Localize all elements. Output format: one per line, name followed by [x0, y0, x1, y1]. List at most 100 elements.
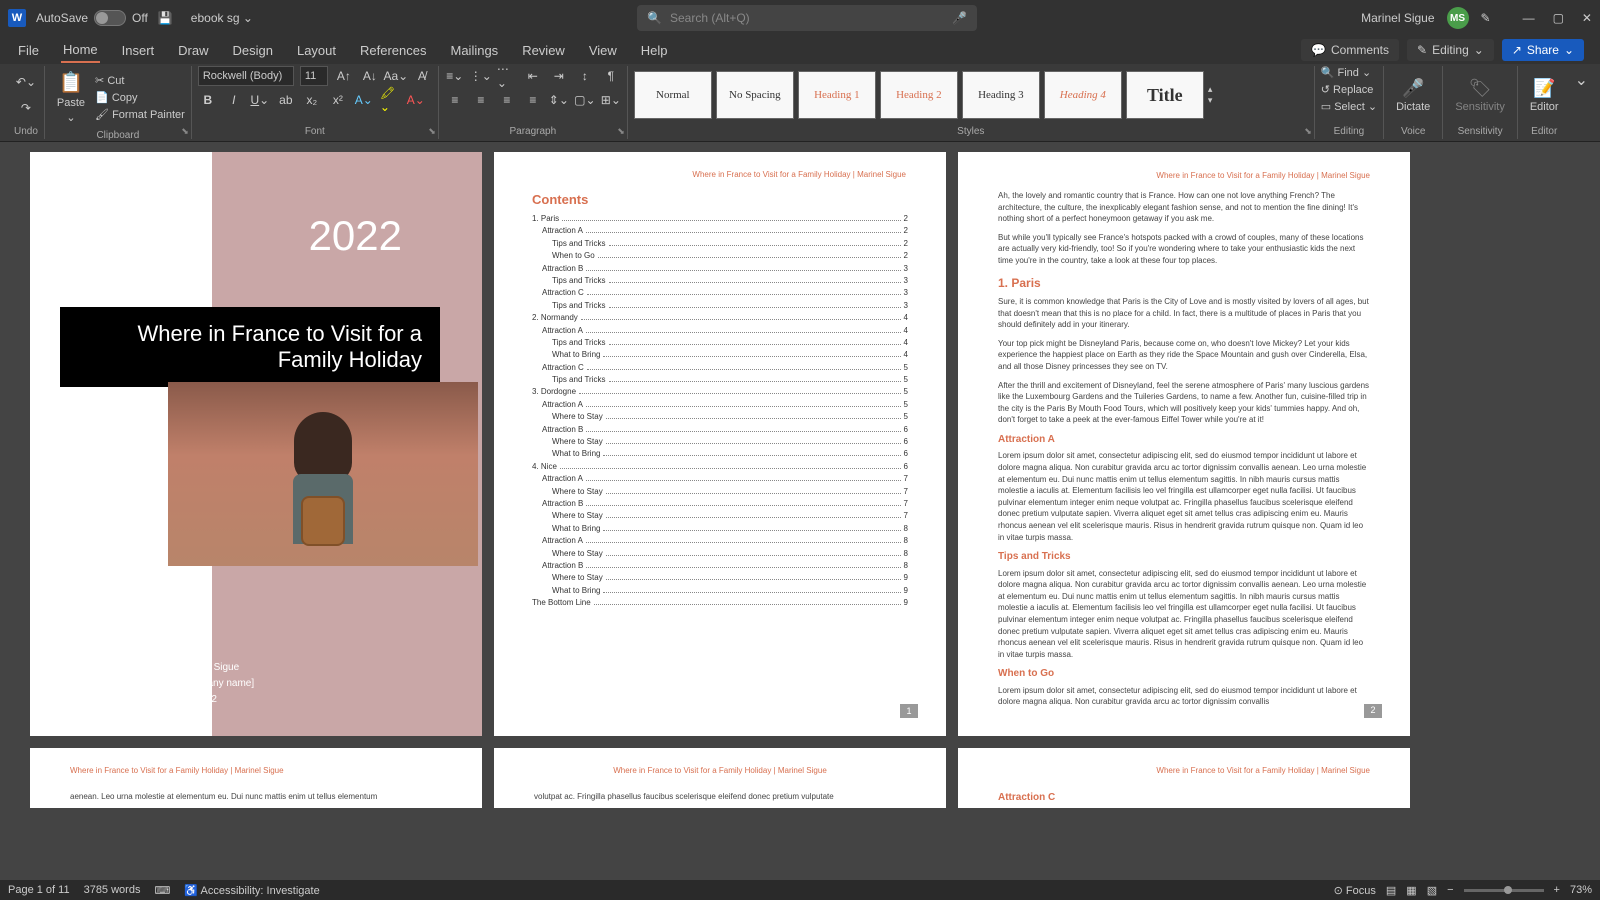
autosave-label: AutoSave: [36, 11, 88, 25]
line-spacing-icon[interactable]: ⇕⌄: [549, 90, 569, 110]
font-launcher-icon[interactable]: ⬊: [428, 126, 436, 137]
clear-format-icon[interactable]: A̸: [412, 66, 432, 86]
zoom-out-icon[interactable]: −: [1447, 884, 1453, 896]
redo-button[interactable]: ↷: [16, 98, 36, 118]
mic-icon[interactable]: 🎤: [952, 11, 967, 25]
style-title[interactable]: Title: [1126, 71, 1204, 119]
sort-icon[interactable]: ↕: [575, 66, 595, 86]
styles-launcher-icon[interactable]: ⬊: [1304, 126, 1312, 137]
focus-mode[interactable]: ⊙ Focus: [1334, 884, 1376, 897]
strike-icon[interactable]: ab: [276, 90, 296, 110]
cut-button[interactable]: ✂ Cut: [95, 74, 185, 87]
find-button[interactable]: 🔍 Find ⌄: [1321, 66, 1371, 79]
tab-file[interactable]: File: [16, 39, 41, 62]
align-left-icon[interactable]: ≡: [445, 90, 465, 110]
view-print-icon[interactable]: ▦: [1406, 884, 1416, 897]
pen-icon[interactable]: ✎: [1481, 11, 1491, 25]
borders-icon[interactable]: ⊞⌄: [601, 90, 621, 110]
bullets-icon[interactable]: ≡⌄: [445, 66, 465, 86]
para-launcher-icon[interactable]: ⬊: [617, 126, 625, 137]
tab-draw[interactable]: Draw: [176, 39, 210, 62]
ribbon-tabs: File Home Insert Draw Design Layout Refe…: [0, 36, 1600, 64]
tab-help[interactable]: Help: [639, 39, 670, 62]
zoom-in-icon[interactable]: +: [1554, 884, 1560, 896]
multilevel-icon[interactable]: ⋯⌄: [497, 66, 517, 86]
avatar[interactable]: MS: [1447, 7, 1469, 29]
tab-view[interactable]: View: [587, 39, 619, 62]
subscript-icon[interactable]: x₂: [302, 90, 322, 110]
status-page[interactable]: Page 1 of 11: [8, 884, 70, 896]
editor-button[interactable]: 📝Editor: [1524, 74, 1565, 117]
grow-font-icon[interactable]: A↑: [334, 66, 354, 86]
superscript-icon[interactable]: x²: [328, 90, 348, 110]
document-canvas[interactable]: 2022 Where in France to Visit for a Fami…: [0, 142, 1600, 880]
justify-icon[interactable]: ≡: [523, 90, 543, 110]
group-styles: Normal No Spacing Heading 1 Heading 2 He…: [628, 66, 1315, 139]
document-name[interactable]: ebook sg ⌄: [191, 11, 253, 25]
tab-mailings[interactable]: Mailings: [449, 39, 501, 62]
clipboard-launcher-icon[interactable]: ⬊: [181, 126, 189, 137]
view-read-icon[interactable]: ▤: [1386, 884, 1396, 897]
tab-layout[interactable]: Layout: [295, 39, 338, 62]
view-web-icon[interactable]: ▧: [1427, 884, 1437, 897]
status-accessibility[interactable]: ♿ Accessibility: Investigate: [184, 884, 319, 897]
comments-button[interactable]: 💬 Comments: [1301, 39, 1399, 61]
group-voice: 🎤Dictate Voice: [1384, 66, 1443, 139]
tab-references[interactable]: References: [358, 39, 428, 62]
inc-indent-icon[interactable]: ⇥: [549, 66, 569, 86]
close-icon[interactable]: ✕: [1582, 11, 1592, 25]
font-color-icon[interactable]: A⌄: [406, 90, 426, 110]
replace-button[interactable]: ↺ Replace: [1321, 83, 1374, 96]
text-effects-icon[interactable]: A⌄: [354, 90, 374, 110]
align-center-icon[interactable]: ≡: [471, 90, 491, 110]
editing-mode-button[interactable]: ✎ Editing ⌄: [1407, 39, 1494, 61]
cover-photo: [168, 382, 478, 566]
style-normal[interactable]: Normal: [634, 71, 712, 119]
group-sensitivity: 🏷Sensitivity Sensitivity: [1443, 66, 1518, 139]
pilcrow-icon[interactable]: ¶: [601, 66, 621, 86]
font-size-select[interactable]: [300, 66, 328, 86]
shading-icon[interactable]: ▢⌄: [575, 90, 595, 110]
dec-indent-icon[interactable]: ⇤: [523, 66, 543, 86]
change-case-icon[interactable]: Aa⌄: [386, 66, 406, 86]
zoom-level[interactable]: 73%: [1570, 884, 1592, 896]
italic-icon[interactable]: I: [224, 90, 244, 110]
toggle-icon[interactable]: [94, 10, 126, 26]
autosave-state: Off: [132, 11, 148, 25]
underline-icon[interactable]: U⌄: [250, 90, 270, 110]
maximize-icon[interactable]: ▢: [1553, 11, 1564, 25]
styles-more-icon[interactable]: ▴▾: [1208, 84, 1213, 106]
format-painter-button[interactable]: 🖌 Format Painter: [95, 108, 185, 121]
status-words[interactable]: 3785 words: [84, 884, 141, 896]
style-heading3[interactable]: Heading 3: [962, 71, 1040, 119]
style-heading1[interactable]: Heading 1: [798, 71, 876, 119]
tab-review[interactable]: Review: [520, 39, 567, 62]
style-heading4[interactable]: Heading 4: [1044, 71, 1122, 119]
cover-year: 2022: [309, 152, 442, 280]
search-input[interactable]: 🔍 Search (Alt+Q) 🎤: [637, 5, 977, 31]
tab-insert[interactable]: Insert: [120, 39, 157, 62]
autosave-toggle[interactable]: AutoSave Off: [36, 10, 148, 26]
font-name-select[interactable]: [198, 66, 294, 86]
paste-button[interactable]: 📋Paste⌄: [51, 66, 91, 128]
tab-design[interactable]: Design: [231, 39, 275, 62]
style-nospacing[interactable]: No Spacing: [716, 71, 794, 119]
shrink-font-icon[interactable]: A↓: [360, 66, 380, 86]
share-button[interactable]: ↗ Share ⌄: [1502, 39, 1584, 61]
user-name[interactable]: Marinel Sigue: [1361, 11, 1434, 25]
zoom-slider[interactable]: [1464, 889, 1544, 892]
collapse-ribbon-icon[interactable]: ⌄: [1571, 66, 1592, 139]
style-heading2[interactable]: Heading 2: [880, 71, 958, 119]
select-button[interactable]: ▭ Select ⌄: [1321, 100, 1377, 113]
numbering-icon[interactable]: ⋮⌄: [471, 66, 491, 86]
minimize-icon[interactable]: —: [1523, 11, 1535, 25]
status-lang-icon[interactable]: ⌨: [154, 884, 170, 897]
save-icon[interactable]: 💾: [158, 11, 173, 25]
bold-icon[interactable]: B: [198, 90, 218, 110]
align-right-icon[interactable]: ≡: [497, 90, 517, 110]
undo-button[interactable]: ↶⌄: [16, 72, 36, 92]
copy-button[interactable]: 📄 Copy: [95, 91, 185, 104]
tab-home[interactable]: Home: [61, 38, 100, 63]
dictate-button[interactable]: 🎤Dictate: [1390, 74, 1436, 117]
highlight-icon[interactable]: 🖍⌄: [380, 90, 400, 110]
